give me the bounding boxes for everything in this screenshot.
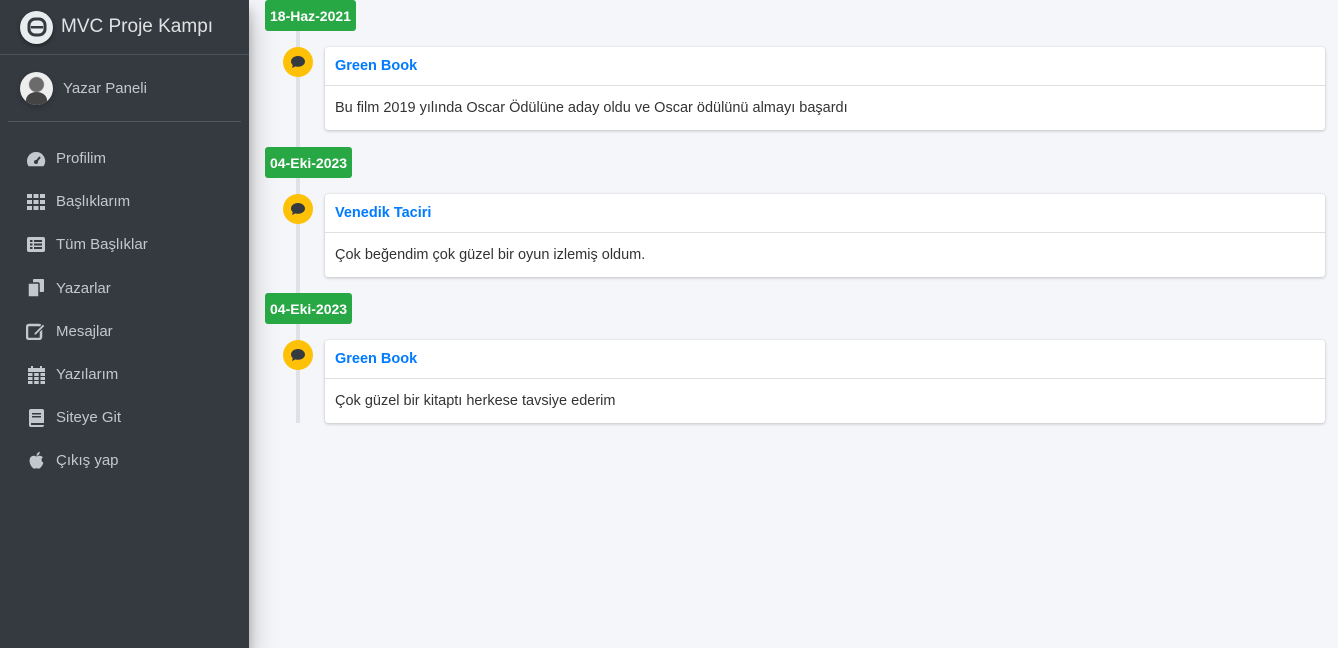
sidebar-nav: Profilim Başlıklarım Tüm Başlıklar Yazar…: [0, 137, 249, 483]
sidebar-item-yazilarim[interactable]: Yazılarım: [0, 353, 249, 396]
calendar-icon: [26, 365, 46, 385]
edit-icon: [26, 321, 46, 341]
sidebar-item-label: Tüm Başlıklar: [56, 236, 148, 254]
sidebar-item-tum-basliklar[interactable]: Tüm Başlıklar: [0, 223, 249, 266]
sidebar-item-profilim[interactable]: Profilim: [0, 137, 249, 180]
sidebar-item-label: Başlıklarım: [56, 193, 131, 211]
time-label: 04-Eki-2023: [265, 293, 353, 324]
sidebar-item-label: Yazarlar: [56, 279, 111, 297]
timeline-item: Green Book Çok güzel bir kitaptı herkese…: [325, 340, 1325, 423]
sidebar-item-cikis-yap[interactable]: Çıkış yap: [0, 439, 249, 482]
time-label: 04-Eki-2023: [265, 147, 353, 178]
sidebar-item-label: Mesajlar: [56, 322, 113, 340]
user-name: Yazar Paneli: [63, 79, 147, 97]
avatar: [20, 71, 53, 105]
timeline-item: Venedik Taciri Çok beğendim çok güzel bi…: [325, 194, 1325, 277]
sidebar-item-mesajlar[interactable]: Mesajlar: [0, 310, 249, 353]
brand-link[interactable]: MVC Proje Kampı: [0, 0, 249, 55]
brand-title: MVC Proje Kampı: [61, 16, 214, 37]
sidebar: MVC Proje Kampı Yazar Paneli Profilim Ba…: [0, 0, 249, 648]
timeline-item-title[interactable]: Venedik Taciri: [325, 194, 1325, 233]
sidebar-item-siteye-git[interactable]: Siteye Git: [0, 396, 249, 439]
grid-icon: [26, 192, 46, 212]
list-icon: [26, 235, 46, 255]
brand-logo-icon: [20, 10, 53, 44]
sidebar-item-label: Yazılarım: [56, 366, 119, 384]
timeline-item-body: Çok beğendim çok güzel bir oyun izlemiş …: [335, 247, 646, 263]
comment-icon: [283, 340, 313, 370]
timeline-item-body: Çok güzel bir kitaptı herkese tavsiye ed…: [335, 393, 616, 409]
sidebar-item-label: Profilim: [56, 150, 107, 168]
comment-icon: [283, 194, 313, 224]
sidebar-item-yazarlar[interactable]: Yazarlar: [0, 267, 249, 310]
comment-icon: [283, 47, 313, 77]
timeline-item-body: Bu film 2019 yılında Oscar Ödülüne aday …: [335, 100, 848, 116]
timeline-item: Green Book Bu film 2019 yılında Oscar Öd…: [325, 47, 1325, 130]
copy-icon: [26, 278, 46, 298]
time-label: 18-Haz-2021: [265, 0, 356, 31]
user-panel[interactable]: Yazar Paneli: [8, 55, 241, 122]
timeline-item-title[interactable]: Green Book: [325, 340, 1325, 379]
timeline-item-title[interactable]: Green Book: [325, 47, 1325, 86]
sidebar-item-label: Çıkış yap: [56, 452, 119, 470]
book-icon: [26, 408, 46, 428]
sidebar-item-label: Siteye Git: [56, 409, 122, 427]
sidebar-item-basliklarim[interactable]: Başlıklarım: [0, 180, 249, 223]
tachometer-icon: [26, 149, 46, 169]
apple-icon: [26, 451, 46, 471]
